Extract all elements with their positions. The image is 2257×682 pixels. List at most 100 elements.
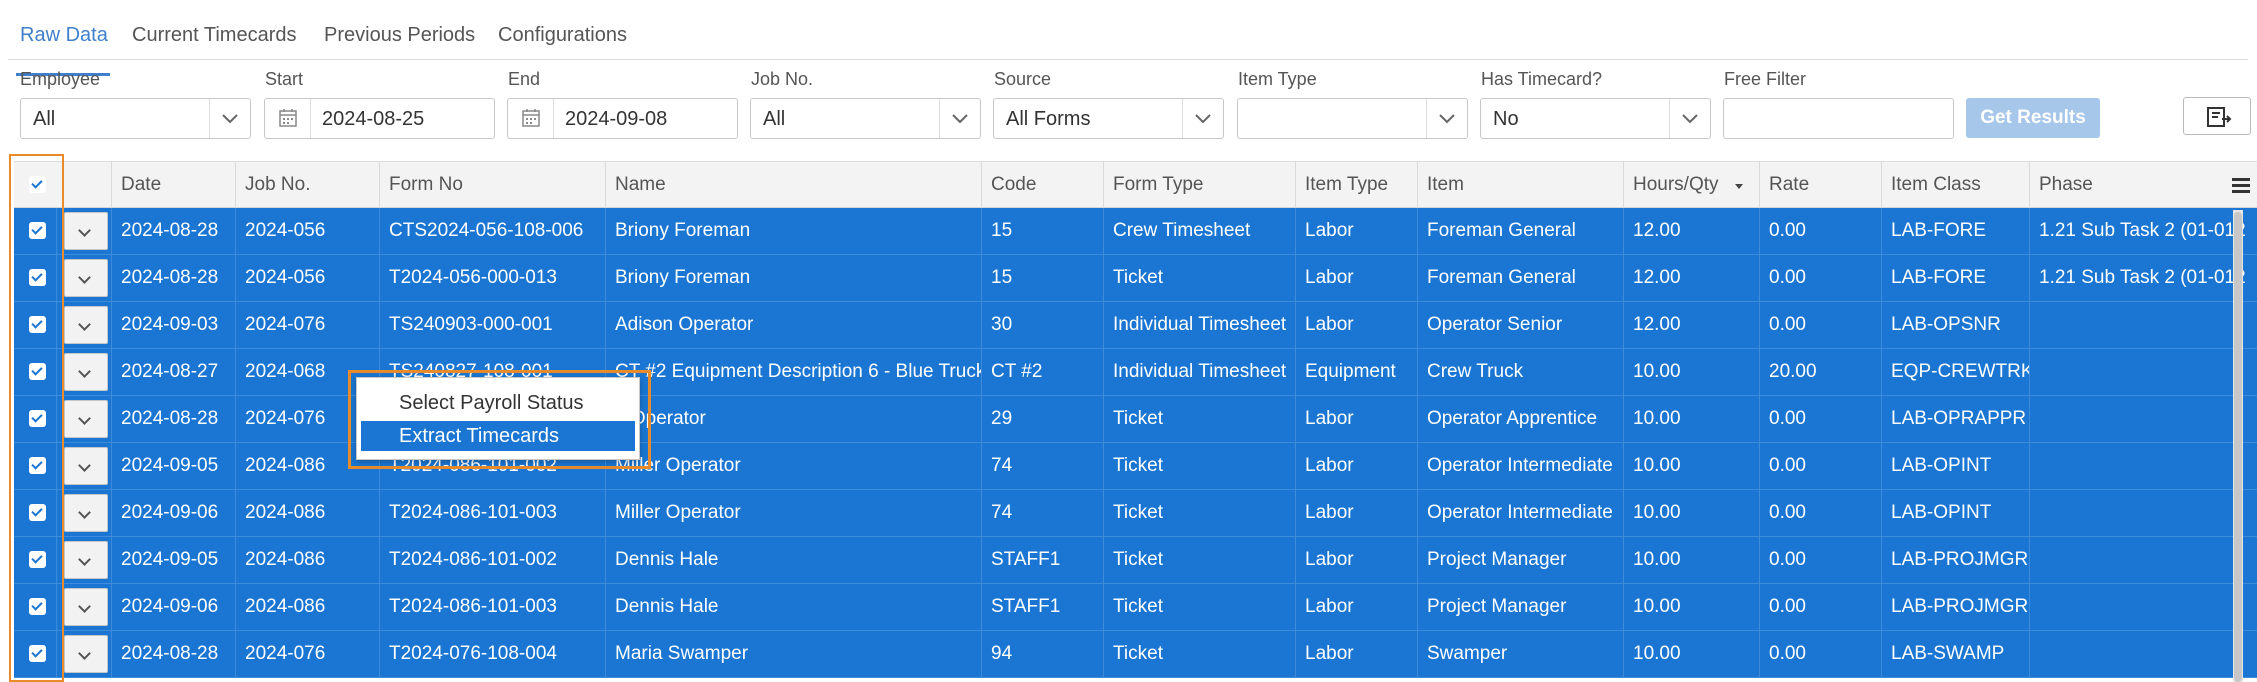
tab-current-timecards[interactable]: Current Timecards xyxy=(132,24,297,47)
row-expand-button[interactable] xyxy=(64,588,108,626)
get-results-button[interactable]: Get Results xyxy=(1966,98,2100,138)
tab-bar: Raw Data Current Timecards Previous Peri… xyxy=(8,16,2248,76)
table-row[interactable]: 2024-08-28 2024-056 CTS2024-056-108-006 Bri… xyxy=(14,208,2257,255)
cell-item-class: LAB-SWAMP xyxy=(1881,631,2029,677)
row-checkbox[interactable] xyxy=(29,222,46,239)
column-header-form-no[interactable]: Form No xyxy=(379,162,605,208)
cell-name: Adison Operator xyxy=(605,302,981,348)
row-expand-button[interactable] xyxy=(64,259,108,297)
column-header-phase[interactable]: Phase xyxy=(2029,162,2247,208)
cell-phase xyxy=(2029,396,2247,442)
end-label: End xyxy=(508,69,541,89)
row-expand-button[interactable] xyxy=(64,541,108,579)
cell-phase xyxy=(2029,631,2247,677)
column-header-date[interactable]: Date xyxy=(111,162,235,208)
row-expand-button[interactable] xyxy=(64,306,108,344)
vertical-scrollbar-thumb[interactable] xyxy=(2234,212,2242,682)
free-filter-input[interactable] xyxy=(1723,98,1954,139)
column-divider xyxy=(56,208,57,254)
cell-form-no: T2024-086-101-003 xyxy=(379,490,605,536)
divider xyxy=(939,99,940,138)
cell-item-type: Labor xyxy=(1295,208,1417,254)
employee-value: All xyxy=(33,108,56,130)
row-checkbox[interactable] xyxy=(29,598,46,615)
calendar-icon[interactable] xyxy=(265,99,311,138)
cell-date: 2024-08-28 xyxy=(111,208,235,254)
chevron-down-icon[interactable] xyxy=(1680,105,1700,131)
cell-phase: 1.21 Sub Task 2 (01-012 xyxy=(2029,255,2247,301)
cell-date: 2024-08-28 xyxy=(111,396,235,442)
cell-form-no: TS240903-000-001 xyxy=(379,302,605,348)
chevron-down-icon[interactable] xyxy=(1437,105,1457,131)
row-expand-button[interactable] xyxy=(64,494,108,532)
sort-desc-icon xyxy=(1735,184,1743,189)
cell-hours-qty: 10.00 xyxy=(1623,396,1759,442)
chevron-down-icon xyxy=(78,553,91,566)
row-expand-button[interactable] xyxy=(64,212,108,250)
job-no-select[interactable]: All xyxy=(750,98,981,139)
column-header-code[interactable]: Code xyxy=(981,162,1103,208)
source-select[interactable]: All Forms xyxy=(993,98,1224,139)
hours-qty-label: Hours/Qty xyxy=(1633,174,1719,195)
row-checkbox[interactable] xyxy=(29,363,46,380)
row-checkbox[interactable] xyxy=(29,316,46,333)
table-row[interactable]: 2024-09-05 2024-086 T2024-086-101-002 Denni… xyxy=(14,537,2257,584)
chevron-down-icon[interactable] xyxy=(1193,105,1213,131)
chevron-down-icon xyxy=(78,318,91,331)
row-expand-button[interactable] xyxy=(64,400,108,438)
tab-previous-periods[interactable]: Previous Periods xyxy=(324,24,475,47)
row-checkbox[interactable] xyxy=(29,551,46,568)
chevron-down-icon[interactable] xyxy=(950,105,970,131)
column-header-job-no[interactable]: Job No. xyxy=(235,162,379,208)
hamburger-menu-icon[interactable] xyxy=(2232,177,2250,193)
select-all-checkbox[interactable] xyxy=(29,176,46,193)
cell-item: Foreman General xyxy=(1417,208,1623,254)
tab-configurations[interactable]: Configurations xyxy=(498,24,627,47)
column-divider xyxy=(56,302,57,348)
cell-form-type: Ticket xyxy=(1103,584,1295,630)
column-header-rate[interactable]: Rate xyxy=(1759,162,1881,208)
cell-item-type: Labor xyxy=(1295,302,1417,348)
menu-item-select-payroll-status[interactable]: Select Payroll Status xyxy=(361,388,635,418)
cell-item: Swamper xyxy=(1417,631,1623,677)
table-row[interactable]: 2024-09-06 2024-086 T2024-086-101-003 Denni… xyxy=(14,584,2257,631)
divider xyxy=(1669,99,1670,138)
cell-item-class: LAB-FORE xyxy=(1881,255,2029,301)
chevron-down-icon[interactable] xyxy=(220,105,240,131)
export-button[interactable] xyxy=(2183,97,2251,135)
cell-name: Maria Swamper xyxy=(605,631,981,677)
end-date-field[interactable]: 2024-09-08 xyxy=(507,98,738,139)
menu-item-extract-timecards[interactable]: Extract Timecards xyxy=(361,421,635,451)
row-checkbox[interactable] xyxy=(29,269,46,286)
column-header-hours-qty[interactable]: Hours/Qty xyxy=(1623,162,1759,208)
column-header-item[interactable]: Item xyxy=(1417,162,1623,208)
column-header-form-type[interactable]: Form Type xyxy=(1103,162,1295,208)
column-header-name[interactable]: Name xyxy=(605,162,981,208)
cell-rate: 0.00 xyxy=(1759,584,1881,630)
row-checkbox[interactable] xyxy=(29,457,46,474)
row-checkbox[interactable] xyxy=(29,504,46,521)
cell-form-no: T2024-056-000-013 xyxy=(379,255,605,301)
table-row[interactable]: 2024-08-28 2024-076 T2024-076-108-004 Maria… xyxy=(14,631,2257,678)
row-expand-button[interactable] xyxy=(64,447,108,485)
table-row[interactable]: 2024-09-06 2024-086 T2024-086-101-003 Mille… xyxy=(14,490,2257,537)
item-type-select[interactable] xyxy=(1237,98,1468,139)
column-header-item-class[interactable]: Item Class xyxy=(1881,162,2029,208)
table-row[interactable]: 2024-09-03 2024-076 TS240903-000-001 Adison… xyxy=(14,302,2257,349)
start-date-field[interactable]: 2024-08-25 xyxy=(264,98,495,139)
column-header-item-type[interactable]: Item Type xyxy=(1295,162,1417,208)
employee-select[interactable]: All xyxy=(20,98,251,139)
table-row[interactable]: 2024-08-28 2024-056 T2024-056-000-013 Brion… xyxy=(14,255,2257,302)
tab-raw-data[interactable]: Raw Data xyxy=(20,24,108,47)
grid-header: Date Job No. Form No Name Code Form Type… xyxy=(14,161,2257,208)
row-checkbox[interactable] xyxy=(29,410,46,427)
cell-hours-qty: 10.00 xyxy=(1623,631,1759,677)
row-expand-button[interactable] xyxy=(64,353,108,391)
cell-date: 2024-09-05 xyxy=(111,537,235,583)
cell-rate: 0.00 xyxy=(1759,255,1881,301)
row-checkbox[interactable] xyxy=(29,645,46,662)
export-icon xyxy=(2207,107,2232,127)
has-timecard-select[interactable]: No xyxy=(1480,98,1711,139)
row-expand-button[interactable] xyxy=(64,635,108,673)
calendar-icon[interactable] xyxy=(508,99,554,138)
